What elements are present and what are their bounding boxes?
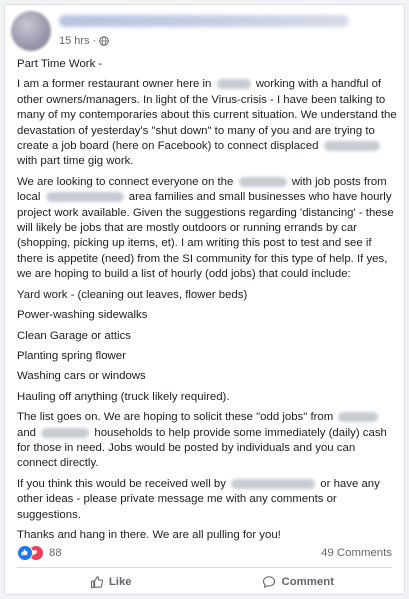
post-title: Part Time Work -: [17, 58, 103, 70]
redacted-text: [323, 141, 380, 152]
text-segment: The list goes on. We are hoping to solic…: [17, 411, 334, 424]
comment-bubble-icon: [263, 576, 276, 588]
globe-icon[interactable]: [99, 36, 110, 46]
paragraph-4: If you think this would be received well…: [17, 477, 397, 523]
text-segment: area families and small businesses who h…: [17, 191, 394, 281]
author-name-redacted[interactable]: [59, 15, 349, 27]
redacted-text: [45, 192, 124, 203]
text-segment: If you think this would be received well…: [17, 477, 226, 490]
comment-button[interactable]: Comment: [205, 571, 393, 593]
text-segment: and: [17, 426, 37, 439]
post-timestamp[interactable]: 15 hrs: [59, 35, 90, 47]
paragraph-5: Thanks and hang in there. We are all pul…: [17, 528, 281, 541]
reaction-icons[interactable]: [17, 545, 47, 561]
comment-label: Comment: [281, 576, 335, 588]
redacted-text: [338, 412, 379, 423]
comments-count[interactable]: 49 Comments: [321, 547, 392, 559]
list-item: Clean Garage or attics: [17, 329, 131, 342]
action-bar: Like Comment: [17, 571, 392, 593]
post-header: 15 hrs ·: [11, 11, 398, 51]
reaction-count[interactable]: 88: [49, 547, 62, 559]
text-segment: I am a former restaurant owner here in: [17, 78, 212, 91]
paragraph-2: We are looking to connect everyone on th…: [17, 175, 397, 283]
redacted-text: [231, 478, 316, 489]
like-reaction-icon[interactable]: [17, 545, 33, 561]
thumbs-up-icon: [90, 576, 103, 589]
redacted-text: [41, 427, 90, 438]
paragraph-1: I am a former restaurant owner here in w…: [17, 77, 397, 169]
list-item: Washing cars or windows: [17, 370, 146, 383]
post-meta: 15 hrs ·: [59, 35, 110, 47]
avatar[interactable]: [11, 11, 51, 51]
paragraph-3: The list goes on. We are hoping to solic…: [17, 410, 397, 472]
post-card: 15 hrs · Part Time Work - I am a former …: [4, 4, 405, 595]
like-label: Like: [108, 576, 132, 588]
reactions-bar: 88 49 Comments: [17, 545, 392, 561]
redacted-text: [238, 176, 287, 187]
list-item: Yard work - (cleaning out leaves, flower…: [17, 288, 248, 301]
post-body: Part Time Work - I am a former restauran…: [17, 57, 397, 548]
text-segment: with part time gig work.: [17, 155, 134, 168]
text-segment: We are looking to connect everyone on th…: [17, 175, 234, 188]
list-item: Planting spring flower: [17, 349, 126, 362]
like-button[interactable]: Like: [17, 571, 205, 593]
list-item: Hauling off anything (truck likely requi…: [17, 390, 230, 403]
divider: [17, 567, 392, 568]
list-item: Power-washing sidewalks: [17, 309, 148, 322]
redacted-text: [216, 79, 251, 90]
